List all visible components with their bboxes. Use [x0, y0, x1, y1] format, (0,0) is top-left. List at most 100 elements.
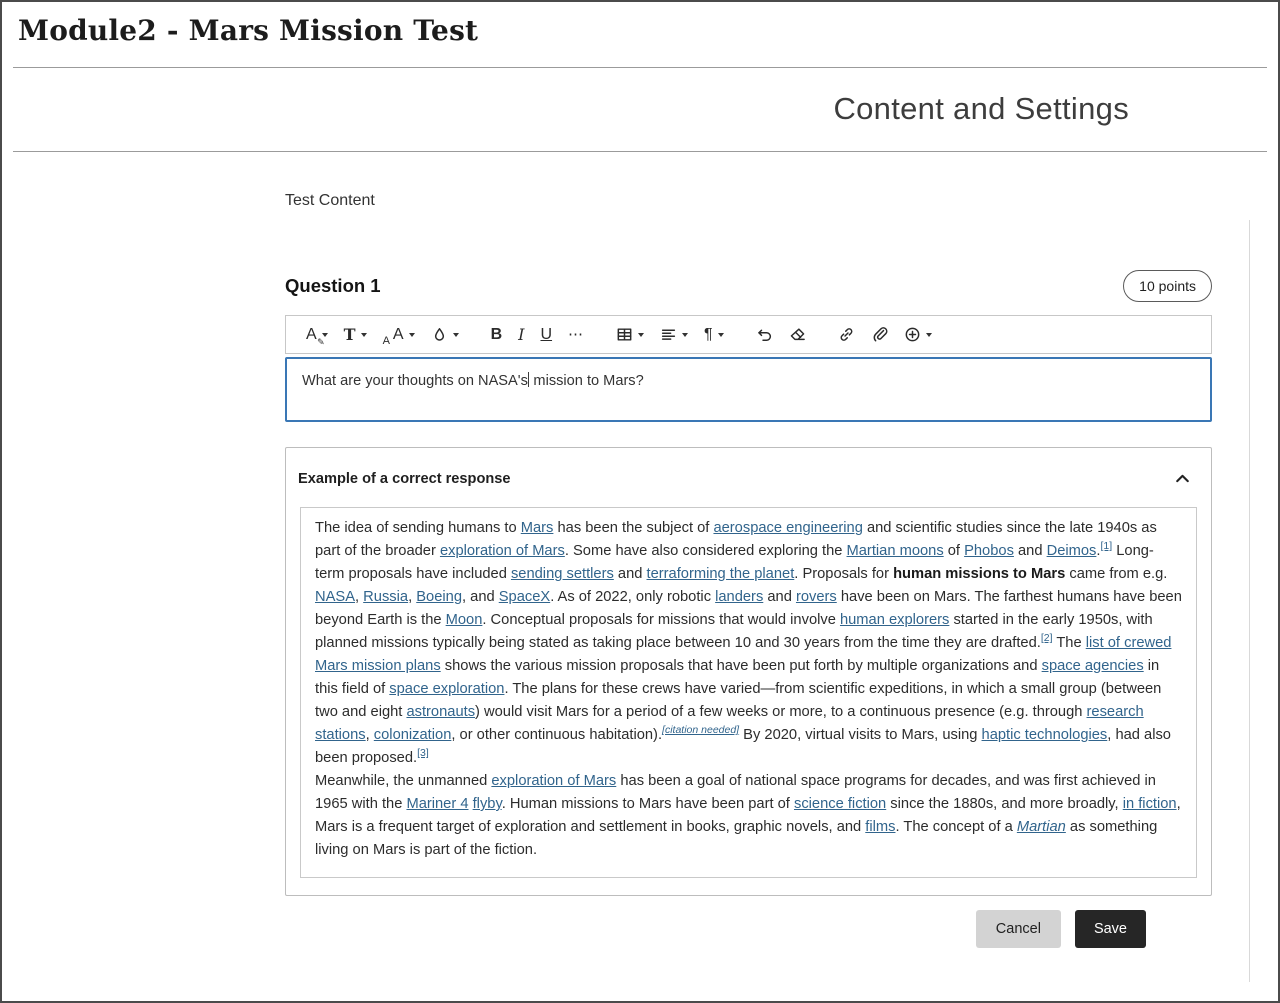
chevron-up-icon — [1173, 469, 1192, 488]
underline-button[interactable]: U — [535, 321, 557, 349]
paragraph-style-button[interactable]: ¶ — [699, 321, 729, 349]
ellipsis-icon: ⋯ — [568, 327, 584, 342]
chevron-down-icon — [322, 333, 328, 337]
section-title: Content and Settings — [2, 91, 1129, 127]
question-text-input[interactable]: What are your thoughts on NASA's mission… — [285, 357, 1212, 422]
content-link[interactable]: [1] — [1100, 540, 1112, 552]
toolbar-group-insert — [830, 321, 940, 349]
content-link[interactable]: Martian moons — [847, 543, 944, 559]
undo-icon — [756, 326, 773, 343]
collapse-section-button[interactable] — [1171, 467, 1194, 490]
content-link[interactable]: space agencies — [1042, 658, 1144, 674]
italic-button[interactable]: I — [513, 321, 529, 349]
example-response-title: Example of a correct response — [298, 471, 511, 487]
content-link[interactable]: [2] — [1041, 632, 1053, 644]
content-link[interactable]: sending settlers — [511, 566, 614, 582]
more-formatting-button[interactable]: ⋯ — [563, 321, 589, 349]
panel-right-edge — [1249, 220, 1250, 982]
content-link[interactable]: Russia — [363, 589, 408, 605]
font-family-icon: T — [344, 327, 356, 343]
table-icon — [616, 326, 633, 343]
content-link[interactable]: rovers — [796, 589, 837, 605]
main-panel: Test Content Question 1 10 points A ✎ T — [2, 192, 1278, 948]
question-title: Question 1 — [285, 275, 381, 297]
content-link[interactable]: aerospace engineering — [713, 520, 862, 536]
content-link[interactable]: flyby — [473, 796, 502, 812]
pen-icon: ✎ — [317, 339, 325, 348]
cancel-button[interactable]: Cancel — [976, 910, 1061, 948]
subheader: Content and Settings — [2, 68, 1278, 151]
ink-drop-icon — [431, 326, 448, 343]
content-link[interactable]: Martian — [1017, 819, 1066, 835]
remove-formatting-button[interactable] — [784, 321, 811, 349]
content-link[interactable]: SpaceX — [499, 589, 550, 605]
toolbar-group-structure: ¶ — [608, 321, 732, 349]
content-link[interactable]: Deimos — [1047, 543, 1097, 559]
bold-icon: B — [491, 327, 503, 343]
eraser-icon — [789, 326, 806, 343]
font-size-small-icon: A — [383, 336, 390, 347]
content-link[interactable]: space exploration — [389, 681, 504, 697]
undo-button[interactable] — [751, 321, 778, 349]
underline-icon: U — [540, 327, 552, 343]
toolbar-group-history — [748, 321, 814, 349]
page-title: Module2 - Mars Mission Test — [18, 14, 1262, 47]
content-link[interactable]: human explorers — [840, 612, 949, 628]
content-link[interactable]: in fiction — [1123, 796, 1177, 812]
divider — [13, 151, 1267, 152]
content-link[interactable]: exploration of Mars — [491, 773, 616, 789]
content-link[interactable]: colonization — [374, 727, 452, 743]
test-editor-page: Module2 - Mars Mission Test Content and … — [0, 0, 1280, 1003]
content-link[interactable]: Moon — [446, 612, 483, 628]
insert-link-button[interactable] — [833, 321, 860, 349]
chevron-down-icon — [718, 333, 724, 337]
example-paragraph: Meanwhile, the unmanned exploration of M… — [315, 770, 1182, 862]
content-link[interactable]: Mariner 4 — [406, 796, 468, 812]
insert-content-button[interactable] — [899, 321, 937, 349]
content-link[interactable]: Mars — [521, 520, 554, 536]
content-link[interactable]: NASA — [315, 589, 355, 605]
content-link[interactable]: Boeing — [416, 589, 462, 605]
content-link[interactable]: landers — [715, 589, 763, 605]
align-left-icon — [660, 326, 677, 343]
points-badge[interactable]: 10 points — [1123, 270, 1212, 302]
title-bar: Module2 - Mars Mission Test — [2, 2, 1278, 67]
content-link[interactable]: haptic technologies — [982, 727, 1108, 743]
chevron-down-icon — [926, 333, 932, 337]
font-size-button[interactable]: A A — [378, 321, 420, 349]
editor-toolbar: A ✎ T A A — [285, 315, 1212, 354]
chevron-down-icon — [682, 333, 688, 337]
content-link[interactable]: [citation needed] — [662, 724, 739, 736]
link-icon — [838, 326, 855, 343]
question-text-after-caret: mission to Mars? — [529, 373, 643, 389]
content-link[interactable]: exploration of Mars — [440, 543, 565, 559]
example-paragraph: The idea of sending humans to Mars has b… — [315, 517, 1182, 770]
save-button[interactable]: Save — [1075, 910, 1146, 948]
plus-circle-icon — [904, 326, 921, 343]
rich-text-editor: A ✎ T A A — [285, 315, 1212, 422]
text-style-button[interactable]: A ✎ — [301, 321, 333, 349]
pilcrow-icon: ¶ — [704, 327, 713, 343]
chevron-down-icon — [638, 333, 644, 337]
font-family-button[interactable]: T — [339, 321, 372, 349]
example-response-header[interactable]: Example of a correct response — [286, 448, 1211, 507]
paperclip-icon — [871, 326, 888, 343]
highlight-color-button[interactable] — [426, 321, 464, 349]
content-link[interactable]: terraforming the planet — [647, 566, 795, 582]
table-button[interactable] — [611, 321, 649, 349]
content-link[interactable]: films — [865, 819, 895, 835]
content-link[interactable]: [3] — [417, 747, 429, 759]
content-link[interactable]: astronauts — [406, 704, 475, 720]
attach-file-button[interactable] — [866, 321, 893, 349]
test-content-label: Test Content — [285, 192, 1212, 210]
text-style-icon: A — [306, 327, 317, 343]
content-link[interactable]: science fiction — [794, 796, 886, 812]
italic-icon: I — [518, 327, 524, 343]
alignment-button[interactable] — [655, 321, 693, 349]
example-response-text: The idea of sending humans to Mars has b… — [300, 507, 1197, 878]
example-response-section: Example of a correct response The idea o… — [285, 447, 1212, 896]
question-header: Question 1 10 points — [285, 270, 1212, 302]
bold-button[interactable]: B — [486, 321, 508, 349]
question-text-before-caret: What are your thoughts on NASA's — [302, 373, 528, 389]
content-link[interactable]: Phobos — [964, 543, 1014, 559]
